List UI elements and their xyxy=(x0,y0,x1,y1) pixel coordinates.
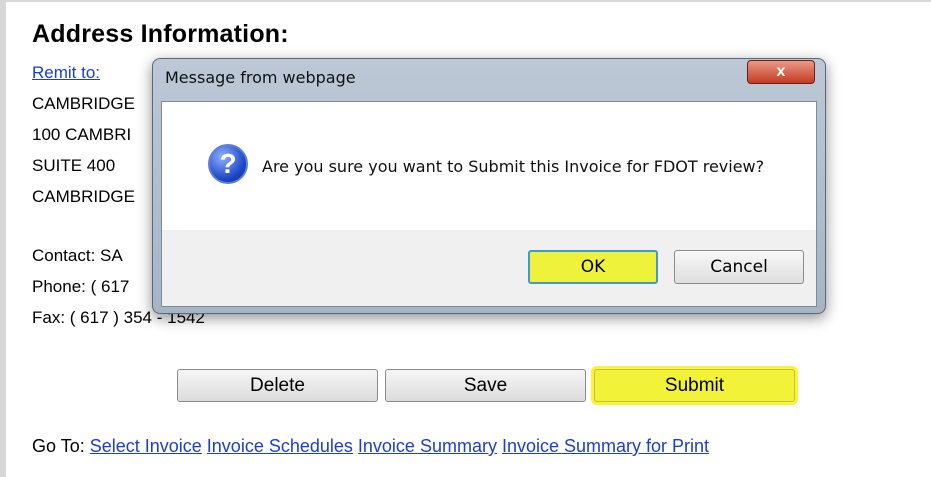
goto-label: Go To: xyxy=(32,436,85,456)
page-title: Address Information: xyxy=(32,20,289,48)
invoice-schedules-link[interactable]: Invoice Schedules xyxy=(207,436,353,456)
invoice-summary-link[interactable]: Invoice Summary xyxy=(358,436,497,456)
confirm-dialog: Message from webpage x ? Are you sure yo… xyxy=(152,58,826,314)
delete-button[interactable]: Delete xyxy=(177,369,378,402)
close-icon: x xyxy=(776,63,786,80)
remit-to-link[interactable]: Remit to: xyxy=(32,63,100,83)
close-button[interactable]: x xyxy=(747,60,815,84)
phone-text: Phone: ( 617 xyxy=(32,277,130,296)
address-line: CAMBRIDGE xyxy=(32,187,135,206)
invoice-summary-print-link[interactable]: Invoice Summary for Print xyxy=(502,436,709,456)
goto-bar: Go To: Select Invoice Invoice Schedules … xyxy=(32,436,709,457)
dialog-body: ? Are you sure you want to Submit this I… xyxy=(161,101,817,307)
address-line: SUITE 400 xyxy=(32,156,116,175)
address-line: 100 CAMBRI xyxy=(32,125,132,144)
address-line: CAMBRIDGE xyxy=(32,94,135,113)
dialog-title: Message from webpage xyxy=(165,68,356,87)
question-icon: ? xyxy=(208,144,248,184)
submit-button[interactable]: Submit xyxy=(594,369,795,402)
dialog-message: Are you sure you want to Submit this Inv… xyxy=(262,157,765,176)
ok-button[interactable]: OK xyxy=(528,250,658,284)
cancel-button[interactable]: Cancel xyxy=(674,250,804,284)
save-button[interactable]: Save xyxy=(385,369,586,402)
contact-text: Contact: SA xyxy=(32,246,123,265)
select-invoice-link[interactable]: Select Invoice xyxy=(90,436,202,456)
